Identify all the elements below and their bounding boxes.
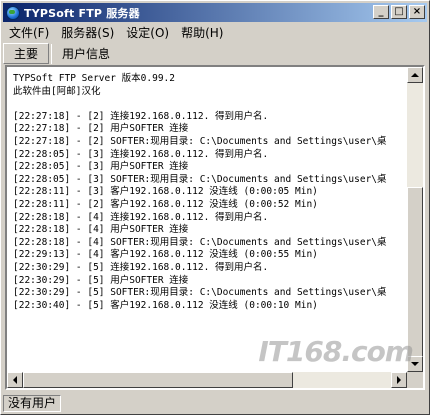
log-viewport[interactable]: TYPSoft FTP Server 版本0.99.2 此软件由[阿邮]汉化 [2… [7,67,407,372]
window-controls: _ □ × [371,5,425,19]
log-line: [22:28:11] - [2] 客户192.168.0.112 没连线 (0:… [13,198,318,210]
site-watermark: IT168.com [258,328,414,368]
log-line: [22:28:18] - [4] 连接192.168.0.112. 得到用户名. [13,211,269,223]
log-line: [22:28:18] - [4] SOFTER:现用目录: C:\Documen… [13,236,387,248]
title-bar[interactable]: TYPSoft FTP 服务器 _ □ × [3,3,427,22]
menu-settings[interactable]: 设定(O) [120,24,175,42]
log-line: [22:27:18] - [2] 连接192.168.0.112. 得到用户名. [13,110,269,122]
log-line: [22:28:05] - [3] 连接192.168.0.112. 得到用户名. [13,148,269,160]
menu-help[interactable]: 帮助(H) [175,24,229,42]
log-line: [22:30:29] - [5] SOFTER:现用目录: C:\Documen… [13,287,387,299]
log-panel: TYPSoft FTP Server 版本0.99.2 此软件由[阿邮]汉化 [2… [5,65,425,390]
window-title: TYPSoft FTP 服务器 [24,6,140,20]
log-line: [22:27:18] - [2] 用户SOFTER 连接 [13,123,189,135]
ftp-server-window: TYPSoft FTP 服务器 _ □ × 文件(F) 服务器(S) 设定(O)… [0,0,430,415]
log-line: [22:28:11] - [3] 客户192.168.0.112 没连线 (0:… [13,186,318,198]
log-line: [22:28:05] - [3] 用户SOFTER 连接 [13,161,189,173]
horizontal-scrollbar[interactable] [7,372,407,388]
log-text: TYPSoft FTP Server 版本0.99.2 此软件由[阿邮]汉化 [2… [13,73,387,312]
maximize-icon: □ [394,6,404,17]
watermark-logo: IT168.com [258,335,414,368]
arrow-up-icon [411,73,419,77]
log-line: [22:28:18] - [4] 用户SOFTER 连接 [13,224,189,236]
log-line: TYPSoft FTP Server 版本0.99.2 [13,73,175,84]
tab-main[interactable]: 主要 [3,43,50,64]
horizontal-scroll-thumb[interactable] [23,372,293,388]
minimize-button[interactable]: _ [373,5,389,19]
log-line: [22:30:29] - [5] 连接192.168.0.112. 得到用户名. [13,261,269,273]
arrow-right-icon [397,376,401,384]
status-bar: 没有用户 [3,394,427,413]
menu-server[interactable]: 服务器(S) [55,24,120,42]
log-line: [22:30:29] - [5] 用户SOFTER 连接 [13,274,189,286]
log-line: 此软件由[阿邮]汉化 [13,85,101,97]
log-line: [22:30:40] - [5] 客户192.168.0.112 没连线 (0:… [13,299,318,311]
globe-icon [6,5,20,20]
maximize-button[interactable]: □ [391,5,407,19]
vertical-scrollbar[interactable] [407,67,423,372]
menu-bar: 文件(F) 服务器(S) 设定(O) 帮助(H) [3,23,427,42]
close-button[interactable]: × [409,5,425,19]
log-line: [22:27:18] - [2] SOFTER:现用目录: C:\Documen… [13,135,387,147]
arrow-left-icon [13,376,17,384]
tab-user-info[interactable]: 用户信息 [51,44,120,64]
scroll-right-button[interactable] [391,372,407,388]
minimize-icon: _ [378,6,384,17]
scrollbar-corner [407,372,423,388]
status-users: 没有用户 [3,395,62,412]
scroll-left-button[interactable] [7,372,23,388]
menu-file[interactable]: 文件(F) [3,24,55,42]
log-line: [22:28:05] - [3] SOFTER:现用目录: C:\Documen… [13,173,387,185]
scroll-up-button[interactable] [407,67,423,83]
close-icon: × [412,6,422,17]
log-line: [22:29:13] - [4] 客户192.168.0.112 没连线 (0:… [13,249,318,261]
tab-strip: 主要 用户信息 [3,42,427,64]
